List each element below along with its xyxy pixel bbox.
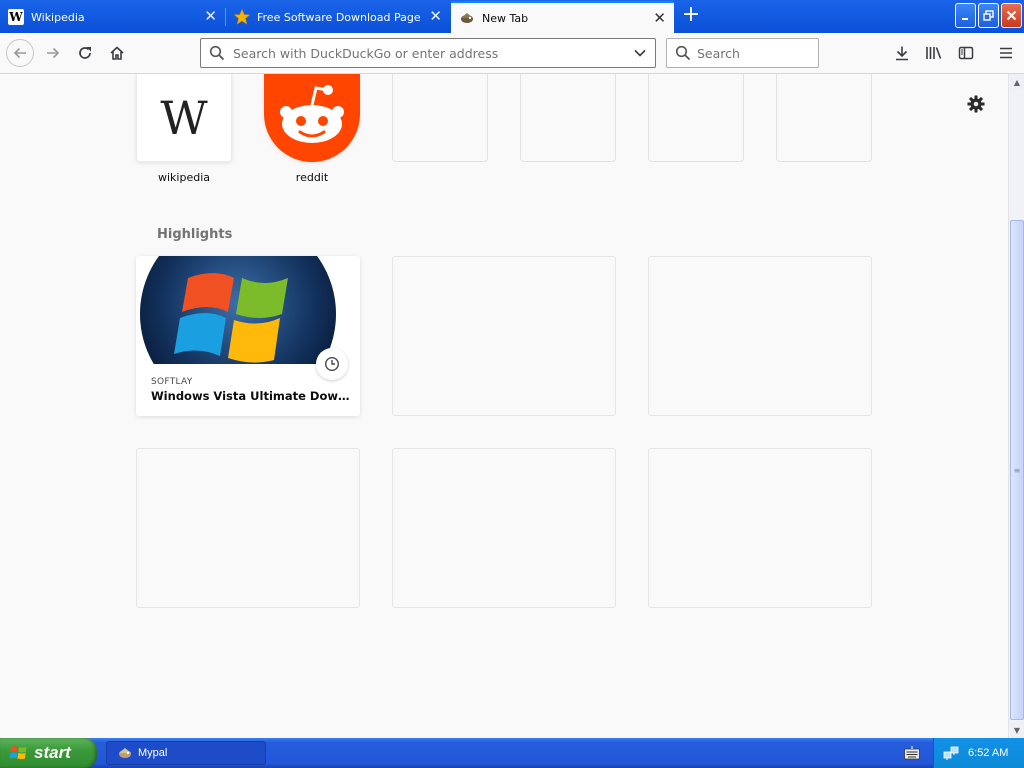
- start-label: start: [34, 743, 71, 762]
- forward-arrow-icon: [47, 47, 60, 59]
- svg-text:W: W: [160, 96, 208, 140]
- highlight-title: Windows Vista Ultimate Download Free: [151, 389, 351, 403]
- top-site-tile[interactable]: W: [136, 74, 232, 162]
- sidebar-icon: [958, 46, 974, 60]
- mypal-icon: [119, 748, 131, 758]
- reload-button[interactable]: [71, 39, 99, 67]
- highlight-placeholder: [392, 256, 616, 416]
- top-site-empty: [648, 74, 744, 162]
- new-tab-page: W wikipedia reddit Highlights SOFTLAY Wi…: [0, 74, 1008, 738]
- vertical-scrollbar[interactable]: ▲ ≡ ▼: [1008, 74, 1024, 738]
- hamburger-menu-icon: [1000, 47, 1012, 59]
- scroll-thumb[interactable]: ≡: [1010, 220, 1024, 720]
- library-icon: [926, 47, 942, 59]
- reddit-logo-icon: [280, 85, 344, 143]
- scroll-down-button[interactable]: ▼: [1010, 722, 1024, 738]
- new-tab-button[interactable]: +: [680, 4, 702, 28]
- restore-icon: [983, 10, 994, 21]
- wikipedia-logo-icon: W: [160, 96, 208, 140]
- sidebar-button[interactable]: [955, 42, 977, 64]
- reload-icon: [79, 47, 91, 59]
- highlight-placeholder: [648, 256, 872, 416]
- start-button[interactable]: start: [0, 738, 97, 768]
- menu-button[interactable]: [995, 42, 1017, 64]
- taskbar: start Mypal 6:52 AM: [0, 738, 1024, 768]
- highlight-placeholder: [136, 448, 360, 608]
- clock-icon: [316, 348, 348, 380]
- keyboard-icon[interactable]: [904, 746, 920, 760]
- close-icon[interactable]: ✕: [429, 9, 442, 24]
- tab-free-software[interactable]: Free Software Download Page - So ✕: [226, 1, 450, 33]
- highlight-placeholder: [392, 448, 616, 608]
- download-icon: [896, 46, 908, 61]
- top-site-empty: [392, 74, 488, 162]
- top-site-label: wikipedia: [157, 171, 210, 184]
- close-icon[interactable]: ✕: [653, 11, 666, 26]
- highlight-card[interactable]: SOFTLAY Windows Vista Ultimate Download …: [136, 256, 360, 416]
- top-site-reddit[interactable]: reddit: [264, 74, 360, 184]
- taskbar-item-mypal[interactable]: Mypal: [106, 741, 266, 765]
- top-site-empty: [776, 74, 872, 162]
- minimize-icon: [961, 17, 968, 20]
- close-window-button[interactable]: [1001, 3, 1022, 28]
- back-arrow-icon: [13, 47, 26, 59]
- highlight-host: SOFTLAY: [151, 377, 193, 387]
- tab-strip: W Wikipedia ✕ Free Software Download Pag…: [0, 0, 1024, 33]
- wikipedia-icon: W: [8, 9, 24, 25]
- tab-title: New Tab: [482, 11, 529, 25]
- forward-button[interactable]: [39, 39, 67, 67]
- tab-title: Free Software Download Page - So: [257, 10, 420, 24]
- search-bar[interactable]: [666, 38, 819, 68]
- search-icon: [675, 45, 691, 61]
- top-site-wikipedia[interactable]: W wikipedia: [136, 74, 232, 184]
- navigation-toolbar: [0, 33, 1024, 74]
- search-input[interactable]: [697, 45, 818, 61]
- highlight-placeholder: [648, 448, 872, 608]
- search-icon: [209, 45, 225, 61]
- address-input[interactable]: [233, 45, 633, 61]
- top-site-placeholder: [520, 74, 616, 162]
- mypal-icon: [459, 10, 475, 26]
- top-site-placeholder: [776, 74, 872, 162]
- chevron-down-icon[interactable]: [633, 46, 647, 60]
- tab-title: Wikipedia: [31, 10, 85, 24]
- network-icon[interactable]: [943, 745, 959, 761]
- scroll-up-button[interactable]: ▲: [1010, 74, 1024, 90]
- close-icon[interactable]: ✕: [204, 9, 217, 24]
- tab-new-tab[interactable]: New Tab ✕: [451, 1, 674, 33]
- home-button[interactable]: [103, 39, 131, 67]
- windows-flag-icon: [9, 746, 27, 759]
- star-icon: [234, 9, 250, 25]
- tab-wikipedia[interactable]: W Wikipedia ✕: [0, 1, 225, 33]
- top-site-placeholder: [648, 74, 744, 162]
- top-site-empty: [520, 74, 616, 162]
- back-button[interactable]: [6, 39, 34, 67]
- clock-text: 6:52 AM: [968, 747, 1009, 759]
- library-button[interactable]: [923, 42, 945, 64]
- highlights-heading: Highlights: [157, 227, 233, 242]
- address-bar[interactable]: [200, 38, 656, 68]
- system-tray: 6:52 AM: [933, 738, 1024, 768]
- top-site-tile[interactable]: [264, 74, 360, 162]
- close-window-icon: [1006, 10, 1017, 21]
- settings-gear-icon[interactable]: [966, 94, 986, 114]
- minimize-button[interactable]: [955, 3, 976, 28]
- downloads-button[interactable]: [891, 42, 913, 64]
- top-site-label: reddit: [295, 171, 329, 184]
- top-site-placeholder: [392, 74, 488, 162]
- home-icon: [110, 46, 124, 60]
- restore-button[interactable]: [978, 3, 999, 28]
- taskbar-item-label: Mypal: [138, 747, 168, 759]
